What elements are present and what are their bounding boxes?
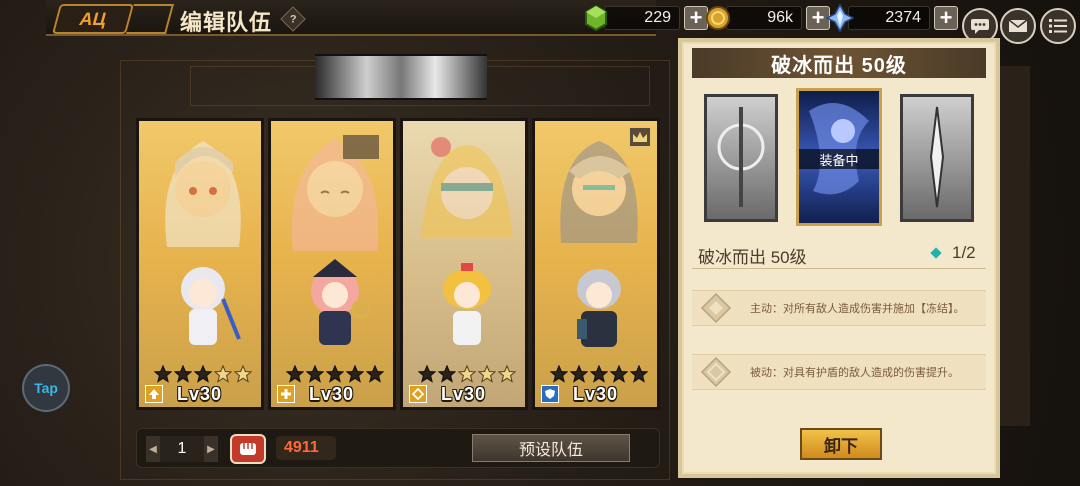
weapon-selector: 装备中 bbox=[692, 88, 986, 226]
next-team-button[interactable]: ▶ bbox=[204, 436, 218, 462]
green-gem-count: 229 bbox=[604, 6, 680, 30]
class-shield-icon bbox=[541, 385, 559, 403]
chat-icon bbox=[971, 19, 989, 34]
passive-skill-icon bbox=[700, 356, 732, 388]
resource-green-gem: 229 + bbox=[582, 4, 708, 32]
weapon-name: 破冰而出 50级 bbox=[698, 248, 807, 267]
weapon-count-value: 1/2 bbox=[952, 243, 976, 262]
team-member-card-3[interactable]: Lv30 bbox=[400, 118, 528, 410]
diamond-icon bbox=[930, 247, 942, 259]
gold-coin-count: 96k bbox=[726, 6, 802, 30]
card-footer: Lv30 bbox=[403, 381, 525, 407]
weapon-option-right[interactable] bbox=[900, 94, 974, 222]
character-sprite bbox=[577, 269, 621, 347]
weapon-count: 1/2 bbox=[930, 243, 976, 263]
preset-team-button[interactable]: 预设队伍 bbox=[472, 434, 630, 462]
equipped-tag: 装备中 bbox=[799, 149, 879, 169]
team-index-stepper: ◀ 1 ▶ bbox=[146, 436, 218, 462]
passive-skill-text: 被动：对具有护盾的敌人造成的伤害提升。 bbox=[750, 367, 959, 379]
skill-passive: 被动：对具有护盾的敌人造成的伤害提升。 bbox=[692, 354, 986, 390]
mail-icon bbox=[1008, 19, 1028, 32]
character-portrait bbox=[291, 135, 379, 251]
team-member-card-4[interactable]: Lv30 bbox=[532, 118, 660, 410]
class-support-icon bbox=[277, 385, 295, 403]
right-edge-strip bbox=[1000, 66, 1030, 426]
menu-button[interactable] bbox=[1040, 8, 1076, 44]
team-index-value: 1 bbox=[160, 436, 204, 462]
weapon-panel: 破冰而出 50级 装备中 破冰而出 50级 1/2 主动：对所有敌人造成伤害并施… bbox=[678, 38, 1000, 478]
menu-icon bbox=[1049, 19, 1067, 33]
back-label: AЦ bbox=[77, 8, 109, 29]
weapon-option-selected[interactable]: 装备中 bbox=[796, 88, 882, 226]
add-crystal-button[interactable]: + bbox=[934, 6, 958, 30]
class-defense-icon bbox=[409, 385, 427, 403]
team-banner-art bbox=[315, 54, 487, 100]
page-title: 编辑队伍 bbox=[180, 10, 273, 35]
weapon-art-icon bbox=[717, 107, 765, 207]
character-sprite bbox=[443, 263, 491, 345]
team-member-card-1[interactable]: Lv30 bbox=[136, 118, 264, 410]
captain-crown-icon bbox=[629, 127, 651, 147]
fist-power-icon bbox=[230, 434, 266, 464]
weapon-panel-title: 破冰而出 50级 bbox=[692, 48, 986, 78]
tap-floating-button[interactable]: Tap bbox=[22, 364, 70, 412]
character-sprite bbox=[311, 259, 371, 345]
active-skill-text: 主动：对所有敌人造成伤害并施加【冻结】。 bbox=[750, 303, 965, 315]
weapon-option-left[interactable] bbox=[704, 94, 778, 222]
green-gem-icon bbox=[585, 4, 607, 32]
character-portrait bbox=[421, 137, 513, 237]
unequip-button[interactable]: 卸下 bbox=[800, 428, 882, 460]
level-label: Lv30 bbox=[177, 383, 223, 404]
weapon-art-icon bbox=[929, 106, 945, 208]
level-label: Lv30 bbox=[309, 383, 355, 404]
level-label: Lv30 bbox=[573, 383, 619, 404]
crystal-icon bbox=[826, 4, 854, 32]
title-decoration bbox=[125, 4, 175, 34]
card-footer: Lv30 bbox=[535, 381, 657, 407]
divider bbox=[692, 268, 986, 269]
gold-coin-icon bbox=[706, 6, 730, 30]
character-sprite bbox=[181, 267, 241, 345]
class-attack-icon bbox=[145, 385, 163, 403]
card-footer: Lv30 bbox=[139, 381, 261, 407]
active-skill-icon bbox=[700, 292, 732, 324]
team-power-value: 4911 bbox=[276, 436, 336, 460]
resource-gold-coin: 96k + bbox=[704, 5, 830, 31]
resource-crystal: 2374 + bbox=[826, 4, 958, 32]
help-glyph: ? bbox=[289, 12, 297, 25]
card-footer: Lv30 bbox=[271, 381, 393, 407]
previous-team-button[interactable]: ◀ bbox=[146, 436, 160, 462]
character-portrait bbox=[165, 141, 241, 247]
skill-active: 主动：对所有敌人造成伤害并施加【冻结】。 bbox=[692, 290, 986, 326]
level-label: Lv30 bbox=[441, 383, 487, 404]
team-member-card-2[interactable]: Lv30 bbox=[268, 118, 396, 410]
crystal-count: 2374 bbox=[848, 6, 930, 30]
mail-button[interactable] bbox=[1000, 8, 1036, 44]
back-button[interactable]: AЦ bbox=[51, 4, 135, 34]
